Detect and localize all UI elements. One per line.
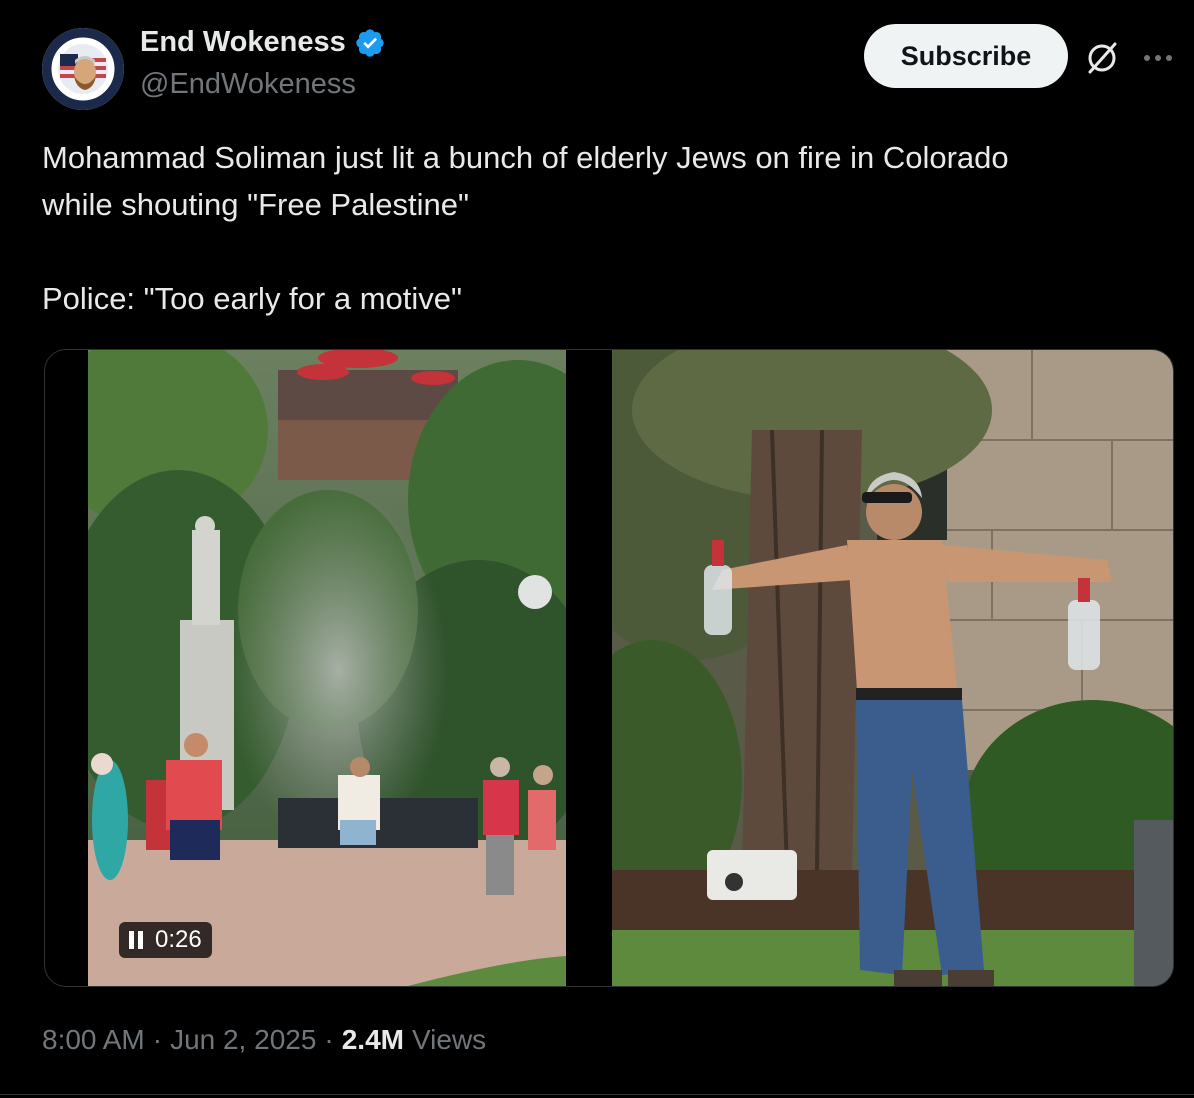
avatar[interactable] [42,28,124,110]
tweet-text: Mohammad Soliman just lit a bunch of eld… [42,140,1009,316]
verified-badge-icon [356,28,384,57]
views-count[interactable]: 2.4M [342,1024,404,1056]
author-name-row[interactable]: End Wokeness [140,26,386,59]
avatar-logo-icon [42,28,124,110]
photo[interactable] [612,350,1173,986]
grok-button[interactable] [1082,38,1122,78]
tweet-time[interactable]: 8:00 AM [42,1024,145,1056]
author-handle[interactable]: @EndWokeness [140,68,356,101]
views-label[interactable]: Views [412,1024,486,1056]
more-button[interactable] [1138,38,1178,78]
tweet-date[interactable]: Jun 2, 2025 [170,1024,316,1056]
video-time: 0:26 [155,926,202,953]
more-icon [1144,55,1172,61]
subscribe-button[interactable]: Subscribe [864,24,1068,88]
meta-separator: · [324,1024,334,1055]
video-timer[interactable]: 0:26 [119,922,212,958]
tweet-meta: 8:00 AM · Jun 2, 2025 · 2.4M Views [42,1024,486,1056]
meta-separator: · [152,1024,163,1055]
photo-image [612,350,1173,986]
pause-icon[interactable] [129,931,143,949]
grok-icon [1088,42,1117,74]
author-display-name[interactable]: End Wokeness [140,26,346,59]
divider [0,1094,1194,1095]
video-frame-image [88,350,566,986]
video-player[interactable]: 0:26 [88,350,566,986]
media-container[interactable]: 0:26 [44,349,1174,987]
